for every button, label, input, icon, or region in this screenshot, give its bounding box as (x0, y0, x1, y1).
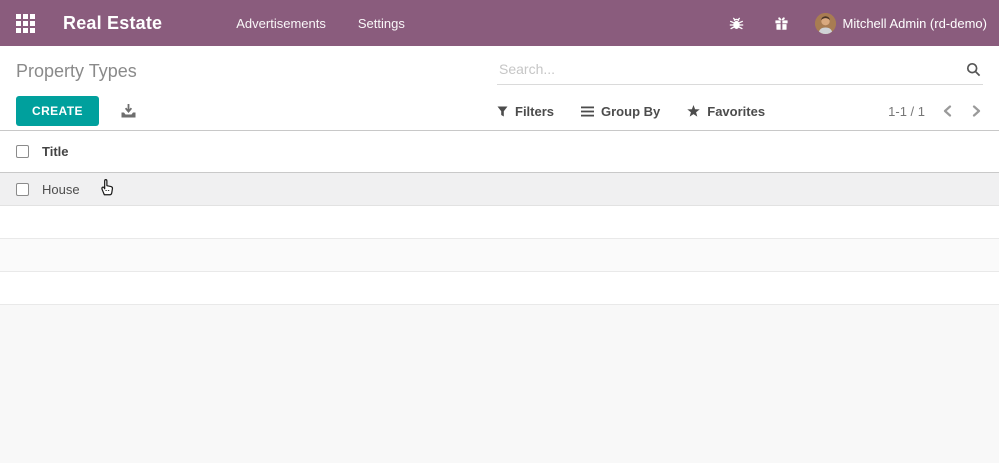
empty-row (0, 239, 999, 272)
favorites-label: Favorites (707, 103, 766, 119)
table-row[interactable]: House (0, 173, 999, 206)
row-checkbox[interactable] (16, 182, 29, 196)
control-panel: Property Types CREATE (0, 46, 999, 130)
filter-funnel-icon (497, 106, 508, 116)
breadcrumb: Property Types (16, 60, 137, 81)
download-export-icon[interactable] (121, 104, 136, 118)
empty-row (0, 272, 999, 305)
app-title[interactable]: Real Estate (63, 13, 162, 34)
apps-grid-icon[interactable] (16, 13, 35, 33)
search-options: Filters Group By Favorites 1-1 / 1 (497, 103, 983, 119)
row-checkbox-cell (0, 182, 42, 196)
empty-row (0, 206, 999, 239)
user-avatar[interactable] (814, 12, 836, 34)
bug-icon[interactable] (729, 16, 744, 31)
topbar-right-group: Mitchell Admin (rd-demo) (699, 12, 988, 34)
group-by-button[interactable]: Group By (581, 104, 660, 119)
favorites-star-icon (687, 105, 700, 117)
create-button[interactable]: CREATE (16, 96, 99, 126)
menu-advertisements[interactable]: Advertisements (236, 16, 326, 31)
pager-next-icon[interactable] (970, 103, 983, 119)
menu-settings[interactable]: Settings (358, 16, 405, 31)
action-buttons: CREATE (16, 96, 497, 126)
group-by-label: Group By (601, 103, 661, 119)
favorites-button[interactable]: Favorites (687, 104, 765, 119)
search-icon[interactable] (966, 62, 981, 82)
search-input[interactable] (497, 57, 983, 85)
list-view: Title House (0, 130, 999, 305)
select-all-checkbox[interactable] (16, 145, 29, 158)
filters-label: Filters (515, 103, 555, 119)
pager-range: 1-1 / 1 (888, 103, 925, 119)
filter-group: Filters Group By Favorites (497, 104, 792, 119)
pager: 1-1 / 1 (888, 103, 983, 119)
column-header-title[interactable]: Title (42, 144, 69, 159)
filters-button[interactable]: Filters (497, 104, 554, 119)
row-title-cell[interactable]: House (42, 182, 80, 197)
top-navbar: Real Estate Advertisements Settings Mitc… (0, 0, 999, 46)
table-header-row: Title (0, 131, 999, 173)
pager-previous-icon[interactable] (941, 103, 954, 119)
user-menu[interactable]: Mitchell Admin (rd-demo) (843, 16, 988, 31)
gift-icon[interactable] (774, 16, 789, 31)
group-by-bars-icon (581, 106, 595, 116)
header-checkbox-cell (0, 145, 42, 158)
search-box (497, 57, 983, 85)
